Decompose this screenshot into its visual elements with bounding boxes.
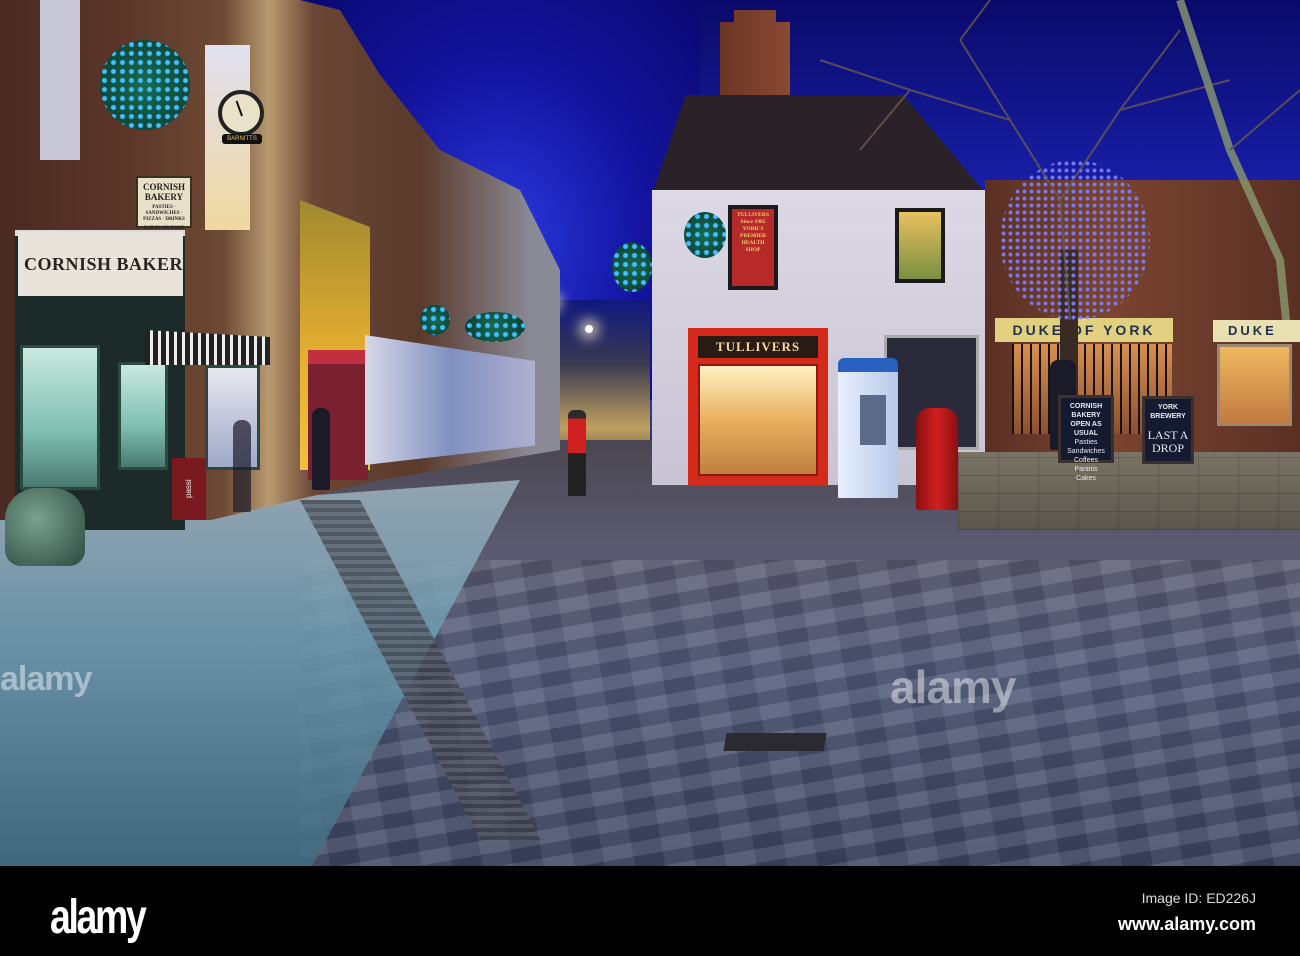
rubbish-bags xyxy=(5,488,85,566)
red-postbox xyxy=(916,408,958,510)
board-item: Pasties xyxy=(1074,439,1098,446)
pub-fascia-2: DUKE xyxy=(1213,320,1300,342)
shop-window xyxy=(20,345,100,490)
footer-bar: alamy Image ID: ED226J www.alamy.com xyxy=(0,866,1300,956)
bakery-a-board: CORNISH BAKERY OPEN AS USUAL Pasties San… xyxy=(1058,395,1114,482)
drain-grate xyxy=(723,733,827,751)
street-photo: BARNITTS CORNISH BAKERY PASTIES · SANDWI… xyxy=(0,0,1300,866)
tullivers-fascia: TULLIVERS xyxy=(698,336,818,358)
pedestrian xyxy=(233,420,251,512)
pedestrian-red-coat xyxy=(568,410,586,496)
phone-box-panel xyxy=(860,395,886,445)
bakery-fascia: CORNISH BAKERY xyxy=(18,232,183,296)
board-item: Sandwiches xyxy=(1067,448,1105,455)
board-headline: LAST A DROP xyxy=(1147,428,1189,455)
pub-fascia: DUKE OF YORK xyxy=(995,318,1173,342)
pub-a-board: YORK BREWERY LAST A DROP xyxy=(1142,396,1194,464)
board-item: Coffees xyxy=(1074,457,1098,464)
bare-tree-branches xyxy=(819,0,1300,320)
christmas-garland xyxy=(465,312,525,342)
pavement-sign: passi xyxy=(172,458,206,520)
pub-window xyxy=(1217,344,1292,426)
clock xyxy=(218,90,264,136)
bakery-hanging-sign: CORNISH BAKERY PASTIES · SANDWICHES · PI… xyxy=(136,176,192,237)
board-title: CORNISH BAKERY xyxy=(1069,403,1103,419)
shop-window xyxy=(118,362,168,470)
pedestrian xyxy=(312,408,330,490)
website-url: www.alamy.com xyxy=(1117,914,1256,934)
christmas-garland xyxy=(420,305,450,335)
board-subtitle: OPEN AS USUAL xyxy=(1070,421,1102,437)
watermark: alamy xyxy=(0,660,92,698)
hanging-sign-title: CORNISH BAKERY xyxy=(142,182,185,202)
clock-label: BARNITTS xyxy=(222,134,262,144)
image-id: Image ID: ED226J xyxy=(1141,890,1256,906)
board-item: Paninis xyxy=(1074,466,1098,473)
christmas-garland xyxy=(612,242,652,292)
alamy-logo: alamy xyxy=(50,891,147,944)
christmas-garland xyxy=(100,40,190,130)
tullivers-shopfront: TULLIVERS xyxy=(688,328,828,486)
watermark: alamy xyxy=(890,661,1016,713)
christmas-wreath xyxy=(684,212,726,258)
board-item: Cakes xyxy=(1076,475,1096,482)
stone-wall xyxy=(958,452,1300,530)
hanging-sign-subtitle: PASTIES · SANDWICHES · PIZZAS · DRINKS xyxy=(143,205,185,222)
board-title: YORK BREWERY xyxy=(1150,404,1186,420)
street-lamp xyxy=(585,325,593,333)
tullivers-window xyxy=(698,364,818,476)
window xyxy=(40,0,80,160)
